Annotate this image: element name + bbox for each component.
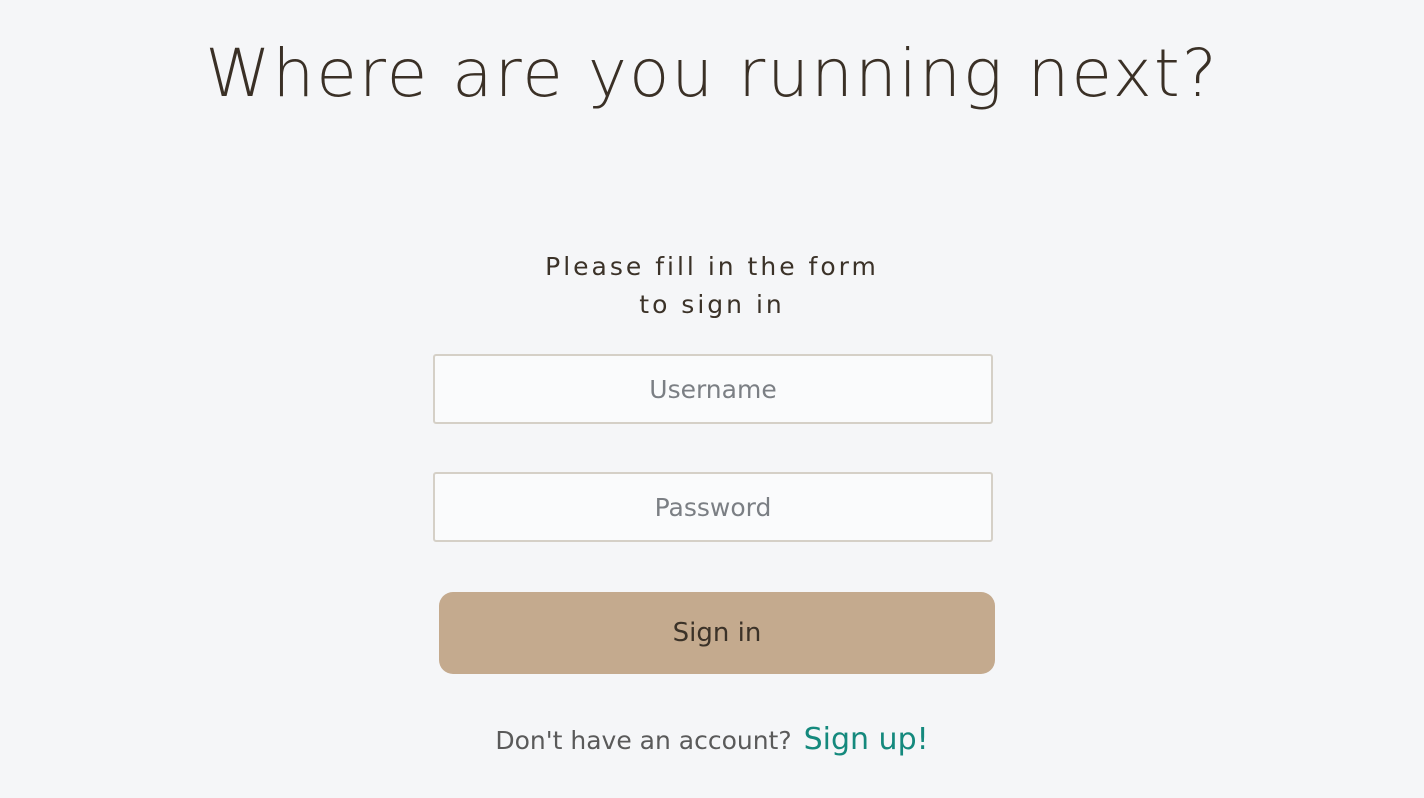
signup-prompt: Don't have an account? Sign up!	[0, 718, 1424, 763]
signup-prompt-text: Don't have an account?	[495, 726, 792, 755]
username-input[interactable]	[433, 354, 993, 424]
form-instructions-line-1: Please fill in the form	[545, 252, 879, 281]
form-instructions: Please fill in the form to sign in	[0, 248, 1424, 324]
sign-up-link[interactable]: Sign up!	[804, 722, 929, 757]
page-title: Where are you running next?	[205, 35, 1219, 112]
form-instructions-line-2: to sign in	[639, 290, 785, 319]
password-input[interactable]	[433, 472, 993, 542]
sign-in-button[interactable]: Sign in	[439, 592, 995, 674]
